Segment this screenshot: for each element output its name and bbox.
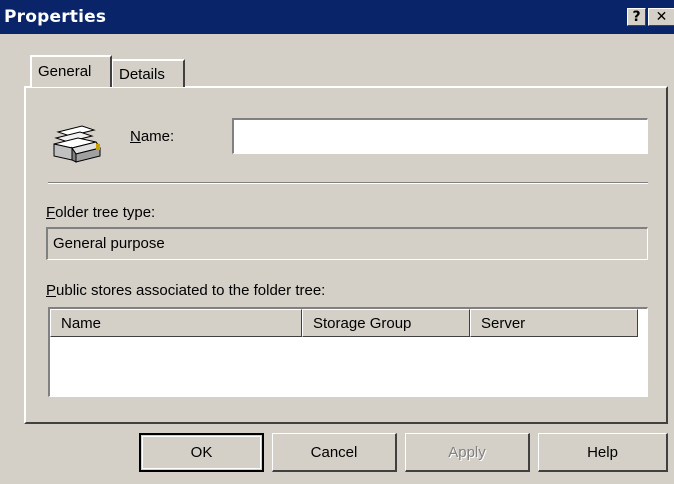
tab-details[interactable]: Details (111, 59, 185, 87)
ok-button[interactable]: OK (139, 433, 264, 472)
properties-dialog: Properties ? ✕ General Details Name: Fol… (0, 0, 674, 484)
cancel-button[interactable]: Cancel (272, 433, 397, 472)
general-tab-panel (24, 86, 668, 424)
help-button[interactable]: Help (538, 433, 668, 472)
tab-general[interactable]: General (30, 55, 112, 87)
apply-button[interactable]: Apply (405, 433, 530, 472)
help-icon[interactable]: ? (627, 8, 646, 26)
title-bar[interactable]: Properties ? ✕ (0, 0, 674, 34)
close-icon[interactable]: ✕ (648, 8, 674, 26)
dialog-title: Properties (4, 7, 107, 27)
